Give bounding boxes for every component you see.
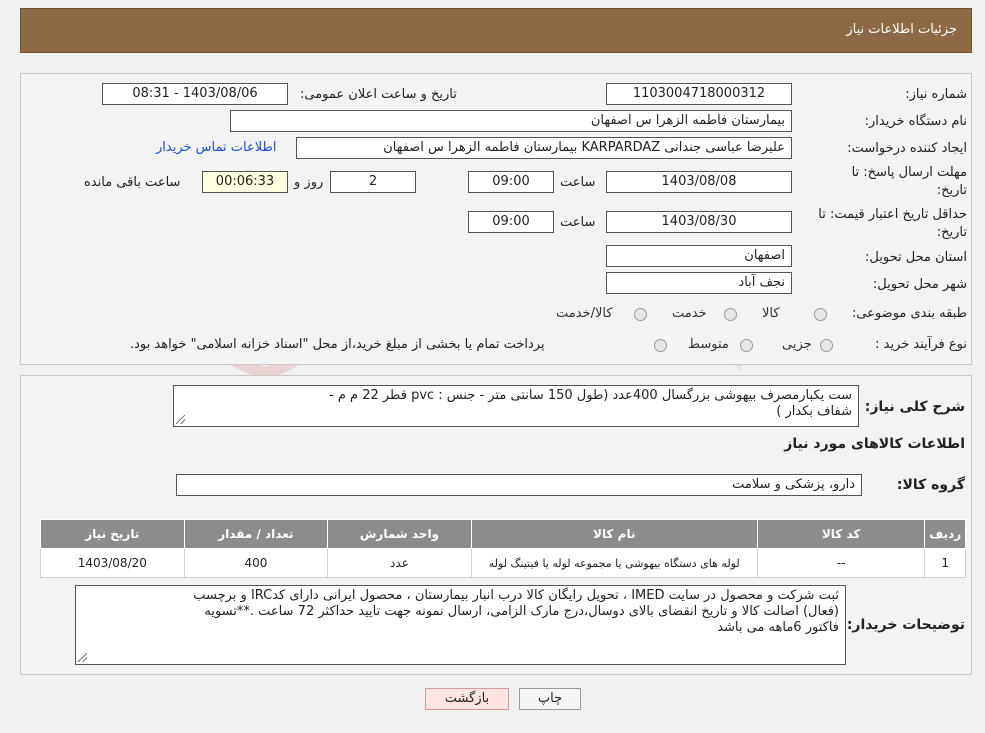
- goods-table: ردیف کد کالا نام کالا واحد شمارش تعداد /…: [40, 519, 966, 578]
- category-option-service: خدمت: [672, 306, 707, 321]
- validity-time-label: ساعت: [560, 215, 596, 230]
- contact-info-link[interactable]: اطلاعات تماس خریدار: [156, 140, 276, 155]
- category-label: طبقه بندی موضوعی:: [851, 306, 967, 321]
- cell-quantity: 400: [183, 548, 329, 578]
- creator-label: ایجاد کننده درخواست:: [847, 141, 967, 156]
- col-goods-name: نام کالا: [470, 519, 758, 549]
- city-field: نجف آباد: [606, 272, 792, 294]
- process-option-medium: متوسط: [688, 337, 729, 352]
- buyer-org-label: نام دستگاه خریدار:: [864, 114, 967, 129]
- process-option-minor: جزیی: [782, 337, 812, 352]
- resize-grip-icon[interactable]: [176, 415, 185, 424]
- goods-section-title: اطلاعات کالاهای مورد نیاز: [784, 436, 965, 452]
- goods-group-label: گروه کالا:: [896, 477, 965, 493]
- col-row-number: ردیف: [924, 519, 966, 549]
- validity-label: حداقل تاریخ اعتبار قیمت: تا: [818, 207, 967, 222]
- remaining-days-label: روز و: [294, 175, 324, 190]
- remaining-days-field: 2: [330, 171, 416, 193]
- deadline-time-label: ساعت: [560, 175, 596, 190]
- category-radio-service[interactable]: [724, 308, 737, 321]
- goods-group-field: دارو، پزشکی و سلامت: [176, 474, 862, 496]
- col-goods-code: کد کالا: [756, 519, 926, 549]
- category-radio-goods-service[interactable]: [634, 308, 647, 321]
- description-line-1: ست یکبارمصرف بیهوشی بزرگسال 400عدد (طول …: [329, 388, 852, 403]
- province-label: استان محل تحویل:: [865, 250, 967, 265]
- process-radio-medium[interactable]: [740, 339, 753, 352]
- page-header: جزئیات اطلاعات نیاز: [20, 8, 972, 53]
- deadline-date-field: 1403/08/08: [606, 171, 792, 193]
- resize-grip-icon[interactable]: [78, 653, 87, 662]
- col-need-date: تاریخ نیاز: [40, 519, 185, 549]
- process-radio-treasury[interactable]: [654, 339, 667, 352]
- buyer-notes-line-1: ثبت شرکت و محصول در سایت IMED ، تحویل را…: [193, 588, 839, 603]
- category-option-goods-service: کالا/خدمت: [556, 306, 613, 321]
- description-textarea[interactable]: ست یکبارمصرف بیهوشی بزرگسال 400عدد (طول …: [173, 385, 859, 427]
- description-label: شرح کلی نیاز:: [864, 399, 965, 415]
- process-note: پرداخت تمام یا بخشی از مبلغ خرید،از محل …: [130, 337, 545, 352]
- goods-table-header: ردیف کد کالا نام کالا واحد شمارش تعداد /…: [40, 519, 966, 549]
- category-option-goods: کالا: [762, 306, 780, 321]
- table-row: 1 -- لوله های دستگاه بیهوشی یا مجموعه لو…: [40, 548, 966, 578]
- buyer-notes-textarea[interactable]: ثبت شرکت و محصول در سایت IMED ، تحویل را…: [75, 585, 846, 665]
- remaining-time-label: ساعت باقی مانده: [84, 175, 181, 190]
- buyer-notes-line-2: (فعال) اصالت کالا و تاریخ انقضای بالای د…: [204, 604, 839, 619]
- cell-unit: عدد: [327, 548, 472, 578]
- deadline-label-date: تاریخ:: [936, 183, 967, 198]
- validity-date-field: 1403/08/30: [606, 211, 792, 233]
- col-quantity: تعداد / مقدار: [183, 519, 329, 549]
- buyer-notes-label: توضیحات خریدار:: [846, 617, 965, 633]
- city-label: شهر محل تحویل:: [872, 277, 967, 292]
- announce-date-label: تاریخ و ساعت اعلان عمومی:: [300, 87, 457, 102]
- col-unit: واحد شمارش: [327, 519, 472, 549]
- deadline-label: مهلت ارسال پاسخ: تا: [851, 165, 967, 180]
- announce-date-field: 1403/08/06 - 08:31: [102, 83, 288, 105]
- buyer-org-field: بیمارستان فاطمه الزهرا س اصفهان: [230, 110, 792, 132]
- process-radio-minor[interactable]: [820, 339, 833, 352]
- category-radio-goods[interactable]: [814, 308, 827, 321]
- remaining-time-field: 00:06:33: [202, 171, 288, 193]
- deadline-time-field: 09:00: [468, 171, 554, 193]
- need-number-label: شماره نیاز:: [905, 87, 967, 102]
- buyer-notes-line-3: فاکتور 6ماهه می باشد: [717, 620, 839, 635]
- cell-row-number: 1: [924, 548, 966, 578]
- need-number-field: 1103004718000312: [606, 83, 792, 105]
- validity-label-date: تاریخ:: [936, 225, 967, 240]
- creator-field: علیرضا عباسی جندانی KARPARDAZ بیمارستان …: [296, 137, 792, 159]
- validity-time-field: 09:00: [468, 211, 554, 233]
- province-field: اصفهان: [606, 245, 792, 267]
- page-title: جزئیات اطلاعات نیاز: [846, 22, 957, 37]
- cell-goods-name: لوله های دستگاه بیهوشی یا مجموعه لوله یا…: [470, 548, 758, 578]
- cell-goods-code: --: [756, 548, 926, 578]
- print-button[interactable]: چاپ: [519, 688, 581, 710]
- description-line-2: شفاف بکدار ): [776, 404, 852, 419]
- process-type-label: نوع فرآیند خرید :: [875, 337, 967, 352]
- cell-need-date: 1403/08/20: [40, 548, 185, 578]
- back-button[interactable]: بازگشت: [425, 688, 509, 710]
